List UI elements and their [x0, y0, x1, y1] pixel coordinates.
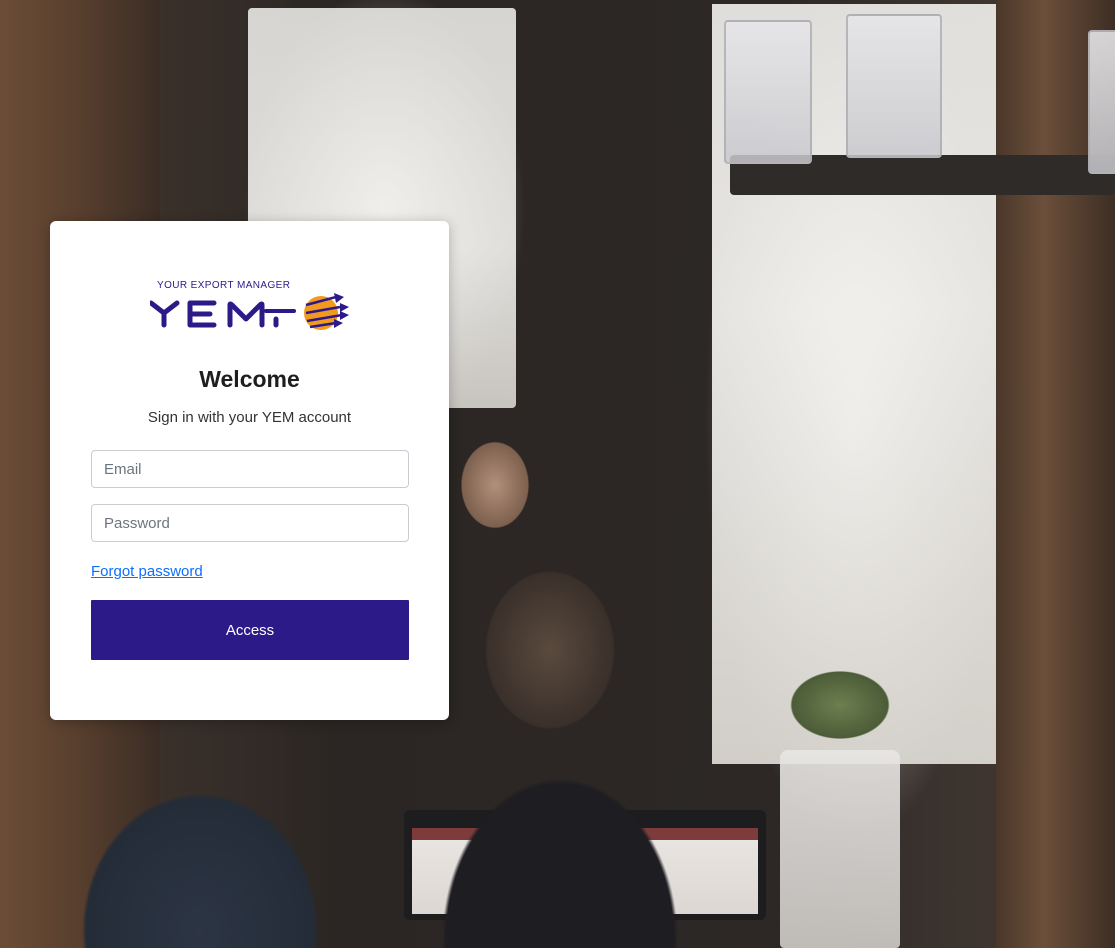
login-page: YOUR EXPORT MANAGER Welcome Sign in with…	[0, 0, 1115, 948]
signin-subtitle: Sign in with your YEM account	[147, 409, 352, 426]
email-input[interactable]	[91, 450, 409, 488]
background-lamp	[1088, 30, 1115, 174]
yem-logo: YOUR EXPORT MANAGER	[150, 277, 350, 330]
globe-arrows-icon	[304, 293, 349, 330]
password-input[interactable]	[91, 504, 409, 542]
background-vase	[780, 750, 900, 948]
login-card: YOUR EXPORT MANAGER Welcome Sign in with…	[50, 221, 449, 720]
background-lamp	[846, 14, 942, 158]
background-lamp	[724, 20, 812, 164]
forgot-password-link[interactable]: Forgot password	[91, 563, 203, 580]
logo-wordmark	[150, 293, 349, 330]
background-person	[440, 540, 680, 948]
background-person	[30, 690, 410, 948]
background-plant	[760, 650, 920, 760]
access-button[interactable]: Access	[91, 600, 409, 660]
welcome-heading: Welcome	[199, 366, 300, 392]
